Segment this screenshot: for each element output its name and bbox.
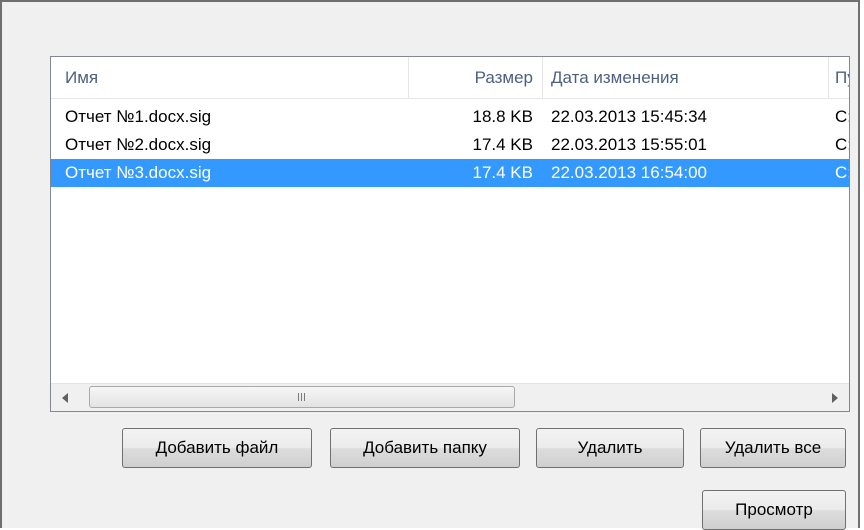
row-name: Отчет №2.docx.sig <box>65 135 212 154</box>
list-row[interactable]: Отчет №1.docx.sig 18.8 KB 22.03.2013 15:… <box>51 103 849 131</box>
row-size: 17.4 KB <box>472 163 534 182</box>
row-date: 22.03.2013 15:55:01 <box>551 135 707 154</box>
row-path: C:\Us <box>835 163 849 182</box>
file-list[interactable]: Имя Размер Дата изменения Путь Отчет №1.… <box>50 56 850 412</box>
row-size: 17.4 KB <box>472 135 534 154</box>
column-header-path[interactable]: Путь <box>829 57 849 99</box>
column-header-name[interactable]: Имя <box>51 57 409 99</box>
scrollbar-thumb[interactable] <box>89 386 515 408</box>
list-row-selected[interactable]: Отчет №3.docx.sig 17.4 KB 22.03.2013 16:… <box>51 159 849 187</box>
chevron-left-icon[interactable] <box>51 384 79 411</box>
delete-button[interactable]: Удалить <box>536 428 684 468</box>
chevron-right-icon[interactable] <box>821 384 849 411</box>
list-row[interactable]: Отчет №2.docx.sig 17.4 KB 22.03.2013 15:… <box>51 131 849 159</box>
grip-icon <box>297 393 307 401</box>
list-header: Имя Размер Дата изменения Путь <box>51 57 849 99</box>
row-path: C:\Us <box>835 107 849 126</box>
column-header-size[interactable]: Размер <box>409 57 543 99</box>
row-name: Отчет №1.docx.sig <box>65 107 212 126</box>
list-body: Отчет №1.docx.sig 18.8 KB 22.03.2013 15:… <box>51 101 849 383</box>
horizontal-scrollbar[interactable] <box>51 383 849 411</box>
add-folder-button[interactable]: Добавить папку <box>330 428 520 468</box>
add-file-button[interactable]: Добавить файл <box>122 428 312 468</box>
row-path: C:\Us <box>835 135 849 154</box>
row-date: 22.03.2013 15:45:34 <box>551 107 707 126</box>
preview-button[interactable]: Просмотр <box>702 490 846 530</box>
column-header-date[interactable]: Дата изменения <box>543 57 829 99</box>
row-date: 22.03.2013 16:54:00 <box>551 163 707 182</box>
delete-all-button[interactable]: Удалить все <box>700 428 846 468</box>
row-name: Отчет №3.docx.sig <box>65 163 212 182</box>
row-size: 18.8 KB <box>472 107 534 126</box>
